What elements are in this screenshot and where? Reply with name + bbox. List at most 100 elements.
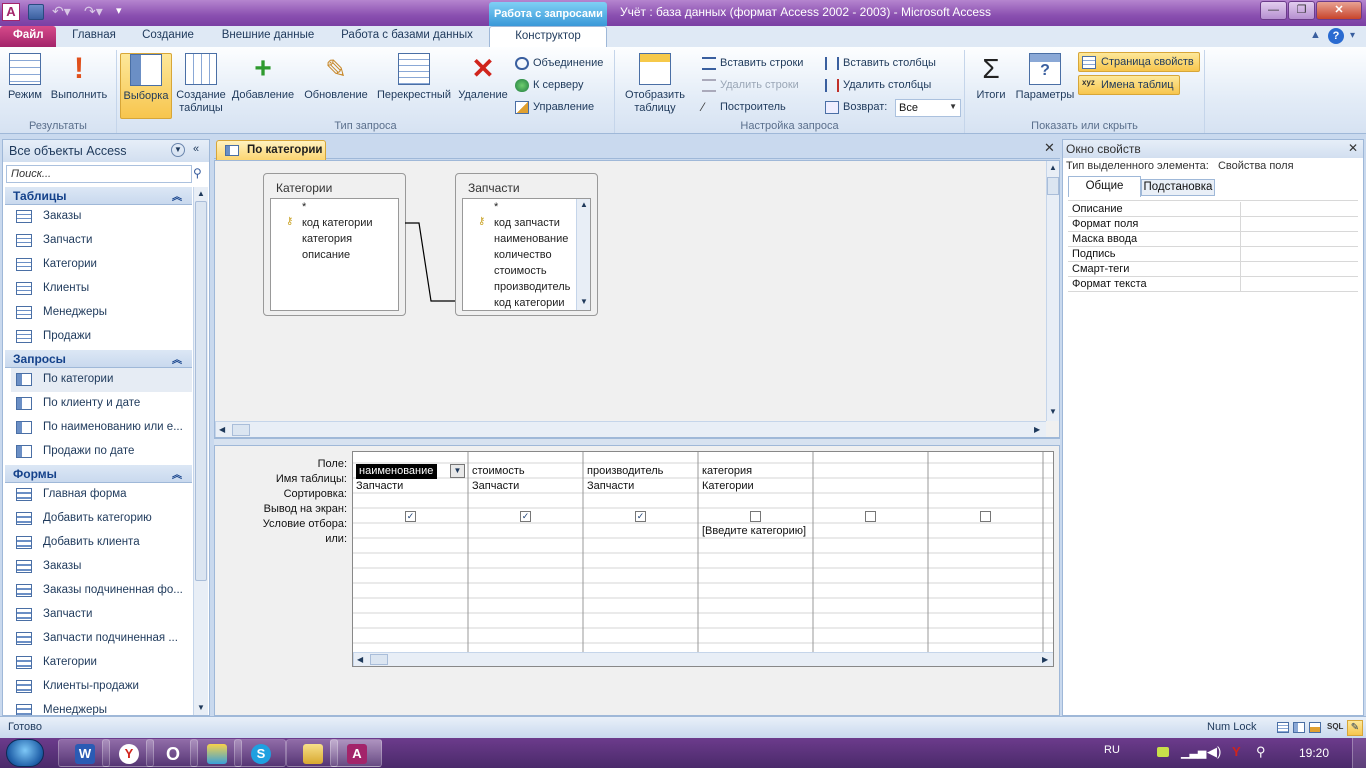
scroll-left-icon[interactable]: ◀ [357, 655, 363, 664]
property-sheet-button[interactable]: Страница свойств [1078, 52, 1200, 72]
minimize-ribbon-icon[interactable]: ▲ [1310, 29, 1321, 41]
antivirus-icon[interactable]: ⚲ [1256, 744, 1266, 760]
insert-rows-button[interactable]: Вставить строки [702, 54, 817, 74]
table-names-button[interactable]: xyz Имена таблиц [1078, 75, 1180, 95]
design-view-icon[interactable]: ✎ [1347, 720, 1363, 736]
scroll-thumb[interactable] [195, 201, 207, 581]
search-icon[interactable]: ⚲ [193, 166, 202, 180]
field-item[interactable]: наименование [494, 233, 568, 245]
tab-design[interactable]: Конструктор [489, 26, 607, 47]
show-checkbox[interactable] [980, 511, 991, 522]
scroll-down-icon[interactable]: ▼ [197, 703, 205, 712]
grid-criteria-cell[interactable] [353, 524, 467, 539]
union-button[interactable]: Объединение [515, 54, 615, 74]
save-icon[interactable] [28, 4, 44, 20]
tab-external-data[interactable]: Внешние данные [212, 26, 324, 47]
document-tab[interactable]: По категории [216, 140, 326, 160]
insert-columns-button[interactable]: Вставить столбцы [825, 54, 960, 74]
field-dropdown-button[interactable]: ▼ [450, 464, 465, 478]
nav-item-form[interactable]: Менеджеры [11, 699, 192, 715]
scroll-down-icon[interactable]: ▼ [580, 297, 588, 306]
parameters-button[interactable]: ? Параметры [1013, 53, 1077, 119]
run-button[interactable]: ! Выполнить [48, 53, 110, 119]
data-definition-button[interactable]: Управление [515, 98, 615, 118]
scroll-thumb[interactable] [232, 424, 250, 436]
undo-icon[interactable]: ↶▾ [52, 3, 71, 20]
customize-qat-icon[interactable]: ▾ [116, 4, 122, 17]
language-indicator[interactable]: RU [1104, 744, 1120, 756]
nav-menu-icon[interactable]: ▼ [171, 143, 185, 157]
volume-icon[interactable]: ◀) [1207, 744, 1221, 760]
grid-field-cell[interactable]: наименование [356, 464, 437, 479]
pass-through-button[interactable]: К серверу [515, 76, 615, 96]
grid-hscroll[interactable]: ◀ ▶ [353, 652, 1053, 666]
sql-view-button[interactable]: SQL [1327, 722, 1343, 731]
update-button[interactable]: ✎ Обновление [300, 53, 372, 119]
property-value[interactable] [1240, 262, 1358, 276]
delete-rows-button[interactable]: Удалить строки [702, 76, 817, 96]
append-button[interactable]: + Добавление [230, 53, 296, 119]
pane-splitter[interactable] [214, 438, 1060, 446]
section-queries[interactable]: Запросы ︽ [5, 350, 192, 368]
field-item[interactable]: * [302, 201, 306, 213]
field-item[interactable]: стоимость [494, 265, 547, 277]
ribbon-options-icon[interactable]: ▾ [1350, 30, 1355, 41]
nav-item-form[interactable]: Запчасти подчиненная ... [11, 627, 192, 651]
start-button[interactable] [6, 739, 44, 767]
field-item[interactable]: * [494, 201, 498, 213]
tables-area-vscroll[interactable]: ▲ ▼ [1046, 161, 1059, 421]
table-box-parts[interactable]: Запчасти * ⚷ код запчасти наименование к… [455, 173, 598, 316]
show-checkbox[interactable]: ✓ [635, 511, 646, 522]
grid-table-cell[interactable]: Запчасти [584, 479, 698, 494]
nav-item-table[interactable]: Запчасти [11, 229, 192, 253]
nav-item-form[interactable]: Главная форма [11, 483, 192, 507]
nav-item-query[interactable]: Продажи по дате [11, 440, 192, 464]
tab-database-tools[interactable]: Работа с базами данных [334, 26, 480, 47]
nav-item-table[interactable]: Продажи [11, 325, 192, 349]
nav-item-query[interactable]: По клиенту и дате [11, 392, 192, 416]
redo-icon[interactable]: ↷▾ [84, 3, 103, 20]
field-item[interactable]: производитель [494, 281, 576, 293]
section-forms[interactable]: Формы ︽ [5, 465, 192, 483]
taskbar-skype-button[interactable]: S [234, 739, 286, 767]
property-row[interactable]: Формат поля [1068, 217, 1358, 232]
nav-item-form[interactable]: Заказы подчиненная фо... [11, 579, 192, 603]
nav-scrollbar[interactable]: ▲ ▼ [193, 187, 208, 715]
show-checkbox[interactable] [865, 511, 876, 522]
scroll-thumb[interactable] [1047, 177, 1059, 195]
field-item[interactable]: код категории [494, 297, 565, 309]
maximize-button[interactable]: ❐ [1288, 1, 1315, 20]
tab-file[interactable]: Файл [0, 26, 56, 47]
scroll-up-icon[interactable]: ▲ [580, 200, 588, 209]
scroll-left-icon[interactable]: ◀ [219, 425, 225, 434]
nav-item-form[interactable]: Клиенты-продажи [11, 675, 192, 699]
section-tables[interactable]: Таблицы ︽ [5, 187, 192, 205]
tab-create[interactable]: Создание [134, 26, 202, 47]
grid-sort-cell[interactable] [353, 494, 467, 509]
yandex-tray-icon[interactable]: Y [1232, 744, 1241, 759]
property-value[interactable] [1240, 277, 1358, 291]
grid-field-cell[interactable]: категория [699, 464, 813, 479]
tab-general[interactable]: Общие [1068, 176, 1141, 197]
totals-button[interactable]: Σ Итоги [971, 53, 1011, 119]
property-value[interactable] [1240, 247, 1358, 261]
select-query-button[interactable]: Выборка [120, 53, 172, 119]
tab-lookup[interactable]: Подстановка [1141, 179, 1215, 196]
network-icon[interactable]: ▁▃▅ [1181, 746, 1206, 759]
tray-icon[interactable] [1157, 747, 1169, 757]
builder-button[interactable]: ⁄ Построитель [702, 98, 817, 118]
show-checkbox[interactable]: ✓ [405, 511, 416, 522]
property-row[interactable]: Смарт-теги [1068, 262, 1358, 277]
property-row[interactable]: Подпись [1068, 247, 1358, 262]
table-box-categories[interactable]: Категории * ⚷ код категории категория оп… [263, 173, 406, 316]
field-item[interactable]: количество [494, 249, 552, 261]
make-table-button[interactable]: Создание таблицы [174, 53, 228, 119]
nav-item-form[interactable]: Добавить клиента [11, 531, 192, 555]
close-document-icon[interactable]: ✕ [1044, 140, 1055, 156]
grid-field-cell[interactable]: стоимость [469, 464, 583, 479]
nav-pane-header[interactable]: Все объекты Access ▼ « [3, 140, 209, 162]
datasheet-view-icon[interactable] [1277, 722, 1289, 733]
close-property-sheet-icon[interactable]: ✕ [1348, 141, 1358, 155]
scroll-right-icon[interactable]: ▶ [1042, 655, 1048, 664]
nav-item-form[interactable]: Категории [11, 651, 192, 675]
